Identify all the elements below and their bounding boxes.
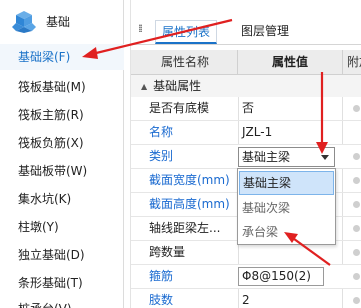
- tree-item-foundation-strip[interactable]: 基础板带(W): [0, 158, 124, 184]
- component-tree-panel: 基础 基础梁(F) 筏板基础(M) 筏板主筋(R) 筏板负筋(X) 基础板带(W…: [0, 0, 124, 308]
- section-label: 基础属性: [153, 79, 202, 93]
- column-header-extra: 附加: [343, 50, 361, 75]
- tree-group-label: 基础: [46, 15, 71, 29]
- tab-layer-management[interactable]: 图层管理: [235, 20, 295, 44]
- extra-radio[interactable]: [353, 201, 360, 208]
- property-name: 肢数: [149, 293, 174, 307]
- tabs-divider: [131, 44, 361, 45]
- property-row-legs: 肢数 2: [131, 289, 361, 308]
- tree-item-isolated-footing[interactable]: 独立基础(D): [0, 242, 124, 268]
- property-row-name: 名称 JZL-1: [131, 121, 361, 145]
- property-name: 是否有底模: [149, 101, 210, 115]
- section-basic-properties[interactable]: ▲ 基础属性: [131, 75, 361, 97]
- property-value[interactable]: JZL-1: [238, 121, 343, 144]
- property-name: 类别: [149, 149, 174, 163]
- extra-radio[interactable]: [353, 153, 360, 160]
- tree-group-foundation[interactable]: 基础: [0, 0, 124, 42]
- collapse-caret-icon[interactable]: ▲: [141, 76, 147, 98]
- extra-radio[interactable]: [353, 177, 360, 184]
- extra-radio[interactable]: [353, 297, 360, 304]
- extra-radio[interactable]: [353, 249, 360, 256]
- property-name: 截面高度(mm): [149, 197, 230, 211]
- property-name: 跨数量: [149, 245, 186, 259]
- properties-panel: ⁞⁞ 属性列表 图层管理 属性名称 属性值 附加 ▲ 基础属性 是否有底模 否 名…: [130, 0, 361, 308]
- tree-item-strip-footing[interactable]: 条形基础(T): [0, 270, 124, 296]
- tree-item-column-pier[interactable]: 柱墩(Y): [0, 214, 124, 240]
- extra-radio[interactable]: [353, 225, 360, 232]
- dropdown-option-secondary-beam[interactable]: 基础次梁: [239, 196, 334, 220]
- tab-property-list[interactable]: 属性列表: [155, 20, 218, 44]
- dropdown-option-cap-beam[interactable]: 承台梁: [239, 220, 334, 244]
- property-row-stirrup: 箍筋 Φ8@150(2): [131, 265, 361, 289]
- property-name: 箍筋: [149, 269, 174, 283]
- tree-item-foundation-beam[interactable]: 基础梁(F): [0, 44, 124, 70]
- column-header-value: 属性值: [238, 50, 343, 75]
- chevron-down-icon[interactable]: [321, 155, 329, 160]
- property-name: 轴线距梁左...: [149, 221, 221, 235]
- drag-handle-icon[interactable]: ⁞⁞: [138, 23, 143, 34]
- tree-item-sump-pit[interactable]: 集水坑(K): [0, 186, 124, 212]
- tree-item-pile-cap[interactable]: 桩承台(V): [0, 296, 124, 308]
- tree-item-raft-negative-rebar[interactable]: 筏板负筋(X): [0, 130, 124, 156]
- dropdown-option-main-beam[interactable]: 基础主梁: [239, 171, 334, 195]
- category-dropdown-list: 基础主梁 基础次梁 承台梁: [237, 168, 336, 245]
- property-value[interactable]: 2: [238, 289, 343, 308]
- property-value[interactable]: 否: [238, 97, 343, 120]
- extra-radio[interactable]: [353, 273, 360, 280]
- property-name: 截面宽度(mm): [149, 173, 230, 187]
- category-select[interactable]: 基础主梁: [238, 147, 335, 167]
- tree-item-raft-main-rebar[interactable]: 筏板主筋(R): [0, 102, 124, 128]
- column-header-name: 属性名称: [141, 50, 238, 75]
- property-row-has-bottom-form: 是否有底模 否: [131, 97, 361, 121]
- property-name: 名称: [149, 125, 174, 139]
- cube-icon: [12, 11, 36, 33]
- category-select-value: 基础主梁: [242, 150, 291, 164]
- extra-radio[interactable]: [353, 105, 360, 112]
- property-value[interactable]: Φ8@150(2): [238, 267, 324, 286]
- header-spacer: [131, 50, 141, 75]
- tree-item-raft-foundation[interactable]: 筏板基础(M): [0, 74, 124, 100]
